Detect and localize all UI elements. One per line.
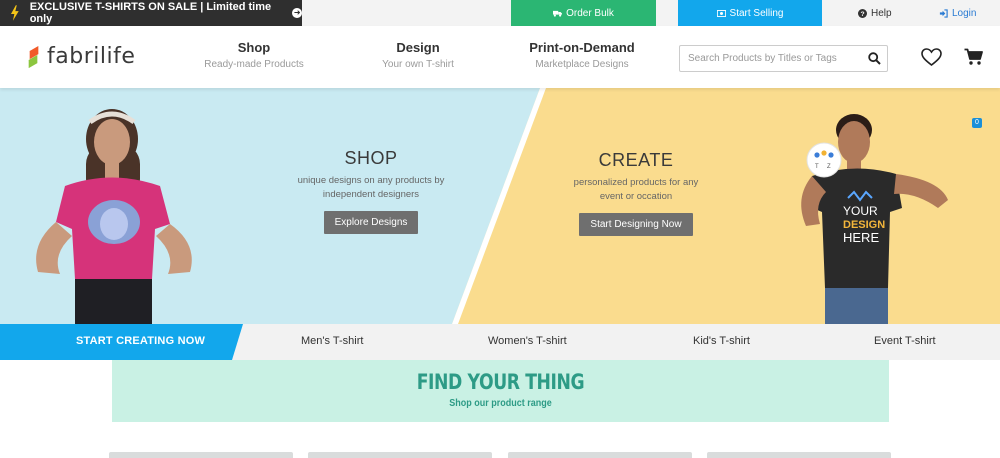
find-subheading: Shop our product range xyxy=(449,398,552,409)
shop-heading: SHOP xyxy=(344,148,398,168)
shop-line1: unique designs on any products by xyxy=(297,175,445,186)
logo-text: fabrilife xyxy=(47,44,136,69)
nav-shop[interactable]: Shop Ready-made Products xyxy=(203,40,305,70)
start-selling-label: Start Selling xyxy=(729,7,784,19)
create-heading: CREATE xyxy=(598,150,674,170)
find-your-thing-section: FIND YOUR THING Shop our product range xyxy=(112,360,889,422)
product-card[interactable] xyxy=(508,452,692,458)
product-cards-row xyxy=(0,452,1000,458)
shop-panel: SHOP unique designs on any products by i… xyxy=(286,148,456,234)
svg-text:?: ? xyxy=(860,11,864,18)
nav-pod-subtitle: Marketplace Designs xyxy=(535,59,629,70)
top-utility-bar: EXCLUSIVE T-SHIRTS ON SALE | Limited tim… xyxy=(0,0,1000,26)
cart-icon[interactable] xyxy=(964,48,983,66)
order-bulk-button[interactable]: Order Bulk xyxy=(511,0,656,26)
question-icon: ? xyxy=(858,8,867,18)
nav-design[interactable]: Design Your own T-shirt xyxy=(368,40,468,70)
search-input[interactable] xyxy=(680,46,860,71)
nav-print-on-demand[interactable]: Print-on-Demand Marketplace Designs xyxy=(522,40,642,70)
start-creating-label: START CREATING NOW xyxy=(76,335,206,347)
login-link[interactable]: Login xyxy=(939,0,976,26)
woman-model-image xyxy=(36,109,192,324)
fabrilife-logo[interactable]: fabrilife xyxy=(26,44,135,69)
category-bar: START CREATING NOW Men's T-shirt Women's… xyxy=(0,324,1000,360)
promo-text: EXCLUSIVE T-SHIRTS ON SALE | Limited tim… xyxy=(29,1,272,25)
category-womens[interactable]: Women's T-shirt xyxy=(488,335,567,347)
find-heading: FIND YOUR THING xyxy=(416,370,585,394)
arrow-circle-icon: ➜ xyxy=(292,8,303,18)
logo-mark-icon xyxy=(28,45,39,68)
help-link[interactable]: ? Help xyxy=(858,0,892,26)
category-kids[interactable]: Kid's T-shirt xyxy=(693,335,750,347)
product-card[interactable] xyxy=(707,452,891,458)
login-icon xyxy=(939,8,948,18)
search-box xyxy=(679,45,888,72)
hero-banner: SHOP unique designs on any products by i… xyxy=(0,88,1000,324)
nav-design-subtitle: Your own T-shirt xyxy=(382,59,454,70)
start-designing-button[interactable]: Start Designing Now xyxy=(579,213,693,236)
product-card[interactable] xyxy=(109,452,293,458)
bolt-icon xyxy=(10,5,19,21)
sale-promo-banner[interactable]: EXCLUSIVE T-SHIRTS ON SALE | Limited tim… xyxy=(0,0,303,26)
create-panel: CREATE personalized products for any eve… xyxy=(556,150,716,236)
login-label: Login xyxy=(952,7,977,19)
site-header: fabrilife Shop Ready-made Products Desig… xyxy=(0,26,1000,88)
nav-design-title: Design xyxy=(396,40,440,55)
money-icon xyxy=(716,9,726,17)
search-icon[interactable] xyxy=(868,52,881,65)
nav-shop-subtitle: Ready-made Products xyxy=(204,59,304,70)
nav-pod-title: Print-on-Demand xyxy=(529,40,635,55)
product-card[interactable] xyxy=(308,452,492,458)
category-mens[interactable]: Men's T-shirt xyxy=(301,335,363,347)
tshirt-print-line3: HERE xyxy=(843,230,879,245)
order-bulk-label: Order Bulk xyxy=(566,7,614,19)
notification-badge[interactable]: 0 xyxy=(972,118,982,128)
explore-designs-button[interactable]: Explore Designs xyxy=(323,211,419,234)
heart-icon[interactable] xyxy=(921,48,942,67)
category-event[interactable]: Event T-shirt xyxy=(874,335,936,347)
nav-shop-title: Shop xyxy=(237,40,271,55)
man-model-image: T Z YOUR DESIGN HERE xyxy=(801,114,948,324)
start-selling-button[interactable]: Start Selling xyxy=(678,0,822,26)
help-label: Help xyxy=(871,7,892,19)
tshirt-print-line1: YOUR xyxy=(843,204,878,218)
svg-text:T: T xyxy=(815,164,819,170)
svg-text:Z: Z xyxy=(827,164,831,170)
create-line2: event or occation xyxy=(599,191,673,202)
shop-line2: independent designers xyxy=(322,189,420,200)
truck-icon xyxy=(553,10,563,17)
create-line1: personalized products for any xyxy=(573,177,699,188)
